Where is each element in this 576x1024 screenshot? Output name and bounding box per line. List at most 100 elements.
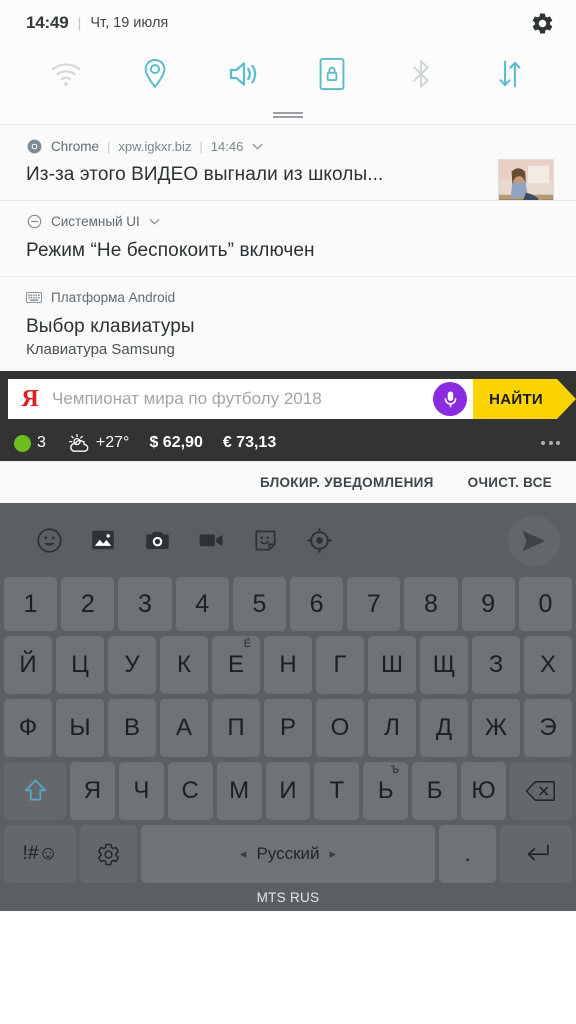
keyboard-row-2: Ф Ы В А П Р О Л Д Ж Э (0, 699, 576, 762)
key-2[interactable]: 2 (61, 577, 115, 632)
more-dots-icon (548, 441, 553, 446)
emoji-button[interactable] (22, 517, 76, 563)
space-key[interactable]: ◂ Русский ▸ (140, 825, 436, 884)
notification-expand-button[interactable] (148, 215, 161, 228)
toggle-bluetooth[interactable] (377, 51, 466, 97)
status-bar-separator: | (77, 14, 82, 32)
key-cyrillic[interactable]: Э (524, 699, 572, 758)
key-cyrillic[interactable]: Ж (472, 699, 520, 758)
carrier-label: MTS RUS (256, 890, 320, 906)
key-cyrillic[interactable]: Ю (461, 762, 506, 821)
key-3[interactable]: 3 (118, 577, 172, 632)
key-cyrillic[interactable]: М (216, 762, 262, 821)
location-button[interactable] (292, 517, 346, 563)
symbols-key[interactable]: !#☺ (4, 825, 77, 884)
weather-indicator[interactable]: +27° (66, 432, 129, 454)
yandex-search-button[interactable]: НАЙТИ (473, 379, 557, 420)
toggle-rotate-lock[interactable] (288, 51, 377, 97)
notification-android-platform[interactable]: Платформа Android Выбор клавиатуры Клави… (0, 275, 576, 372)
key-6[interactable]: 6 (290, 577, 344, 632)
toggle-mobile-data[interactable] (465, 51, 554, 97)
settings-gear-button[interactable] (528, 9, 556, 37)
key-cyrillic[interactable]: З (472, 636, 520, 695)
eur-rate[interactable]: € 73,13 (223, 434, 276, 452)
backspace-key[interactable] (510, 762, 572, 821)
key-4[interactable]: 4 (175, 577, 229, 632)
location-target-icon (306, 527, 332, 553)
shift-key[interactable] (4, 762, 66, 821)
key-cyrillic[interactable]: И (265, 762, 311, 821)
traffic-indicator[interactable]: 3 (14, 434, 46, 452)
toggle-wifi[interactable] (22, 51, 111, 97)
key-cyrillic[interactable]: Д (420, 699, 468, 758)
key-cyrillic[interactable]: Р (264, 699, 312, 758)
emoji-icon (36, 528, 62, 553)
key-cyrillic[interactable]: Х (524, 636, 572, 695)
sun-cloud-icon (69, 434, 89, 453)
key-cyrillic[interactable]: Ц (56, 636, 104, 695)
gallery-button[interactable] (76, 517, 130, 563)
yandex-overflow-button[interactable] (541, 441, 560, 446)
key-cyrillic[interactable]: Н (264, 636, 312, 695)
video-button[interactable] (184, 517, 238, 563)
yandex-logo-icon: Я (21, 385, 39, 412)
key-cyrillic[interactable]: В (108, 699, 156, 758)
clear-all-button[interactable]: ОЧИСТ. ВСЕ (468, 475, 552, 490)
key-cyrillic[interactable]: Й (4, 636, 52, 695)
key-cyrillic[interactable]: Л (368, 699, 416, 758)
notification-yandex-widget[interactable]: Я Чемпионат мира по футболу 2018 НАЙТИ 3 (0, 371, 576, 462)
yandex-search-input[interactable]: Чемпионат мира по футболу 2018 (52, 389, 433, 409)
notification-expand-button[interactable] (251, 140, 264, 153)
camera-button[interactable] (130, 517, 184, 563)
notification-app-name: Chrome (51, 138, 100, 154)
send-button[interactable] (508, 516, 560, 567)
key-cyrillic[interactable]: П (212, 699, 260, 758)
key-label: Ь (377, 777, 394, 805)
space-next-language-arrow[interactable]: ▸ (330, 846, 337, 862)
key-cyrillic[interactable]: Ъ Ь (363, 762, 409, 821)
key-cyrillic[interactable]: Ш (368, 636, 416, 695)
yandex-search-button-label: НАЙТИ (489, 390, 543, 408)
key-cyrillic[interactable]: У (108, 636, 156, 695)
key-cyrillic[interactable]: А (160, 699, 208, 758)
key-cyrillic[interactable]: Б (412, 762, 458, 821)
key-cyrillic[interactable]: Ы (56, 699, 104, 758)
key-5[interactable]: 5 (232, 577, 286, 632)
key-cyrillic[interactable]: Ф (4, 699, 52, 758)
toggle-sound[interactable] (199, 51, 288, 97)
key-9[interactable]: 9 (461, 577, 515, 632)
enter-key[interactable] (499, 825, 572, 884)
usd-rate[interactable]: $ 62,90 (149, 434, 202, 452)
keyboard-row-1: Й Ц У К Ё Е Н Г Ш Щ З Х (0, 636, 576, 699)
key-cyrillic[interactable]: О (316, 699, 364, 758)
keyboard-icon (26, 290, 42, 306)
notification-system-ui[interactable]: Системный UI Режим “Не беспокоить” включ… (0, 199, 576, 276)
gallery-icon (92, 531, 114, 550)
space-prev-language-arrow[interactable]: ◂ (240, 846, 247, 862)
toggle-location[interactable] (111, 51, 200, 97)
key-cyrillic[interactable]: Щ (420, 636, 468, 695)
drag-handle-icon (273, 112, 303, 118)
key-8[interactable]: 8 (404, 577, 458, 632)
voice-search-button[interactable] (433, 382, 468, 417)
sticker-button[interactable] (238, 517, 292, 563)
key-cyrillic[interactable]: Ё Е (212, 636, 260, 695)
key-cyrillic[interactable]: С (167, 762, 213, 821)
notification-action-bar: БЛОКИР. УВЕДОМЛЕНИЯ ОЧИСТ. ВСЕ (0, 461, 576, 504)
key-cyrillic[interactable]: Г (316, 636, 364, 695)
notification-chrome[interactable]: Chrome | xpw.igkxr.biz | 14:46 Из-за это… (0, 124, 576, 215)
key-cyrillic[interactable]: К (160, 636, 208, 695)
key-1[interactable]: 1 (3, 577, 58, 632)
notification-header: Системный UI (26, 212, 554, 232)
sticker-icon (254, 530, 276, 551)
key-7[interactable]: 7 (347, 577, 401, 632)
keyboard-settings-key[interactable] (80, 825, 137, 884)
block-notifications-button[interactable]: БЛОКИР. УВЕДОМЛЕНИЯ (260, 475, 434, 490)
yandex-search-bar[interactable]: Я Чемпионат мира по футболу 2018 (8, 379, 474, 420)
period-key[interactable]: . (439, 825, 496, 884)
key-cyrillic[interactable]: Т (314, 762, 360, 821)
key-cyrillic[interactable]: Ч (118, 762, 164, 821)
key-0[interactable]: 0 (518, 577, 573, 632)
key-cyrillic[interactable]: Я (69, 762, 115, 821)
panel-drag-handle[interactable] (0, 102, 576, 124)
